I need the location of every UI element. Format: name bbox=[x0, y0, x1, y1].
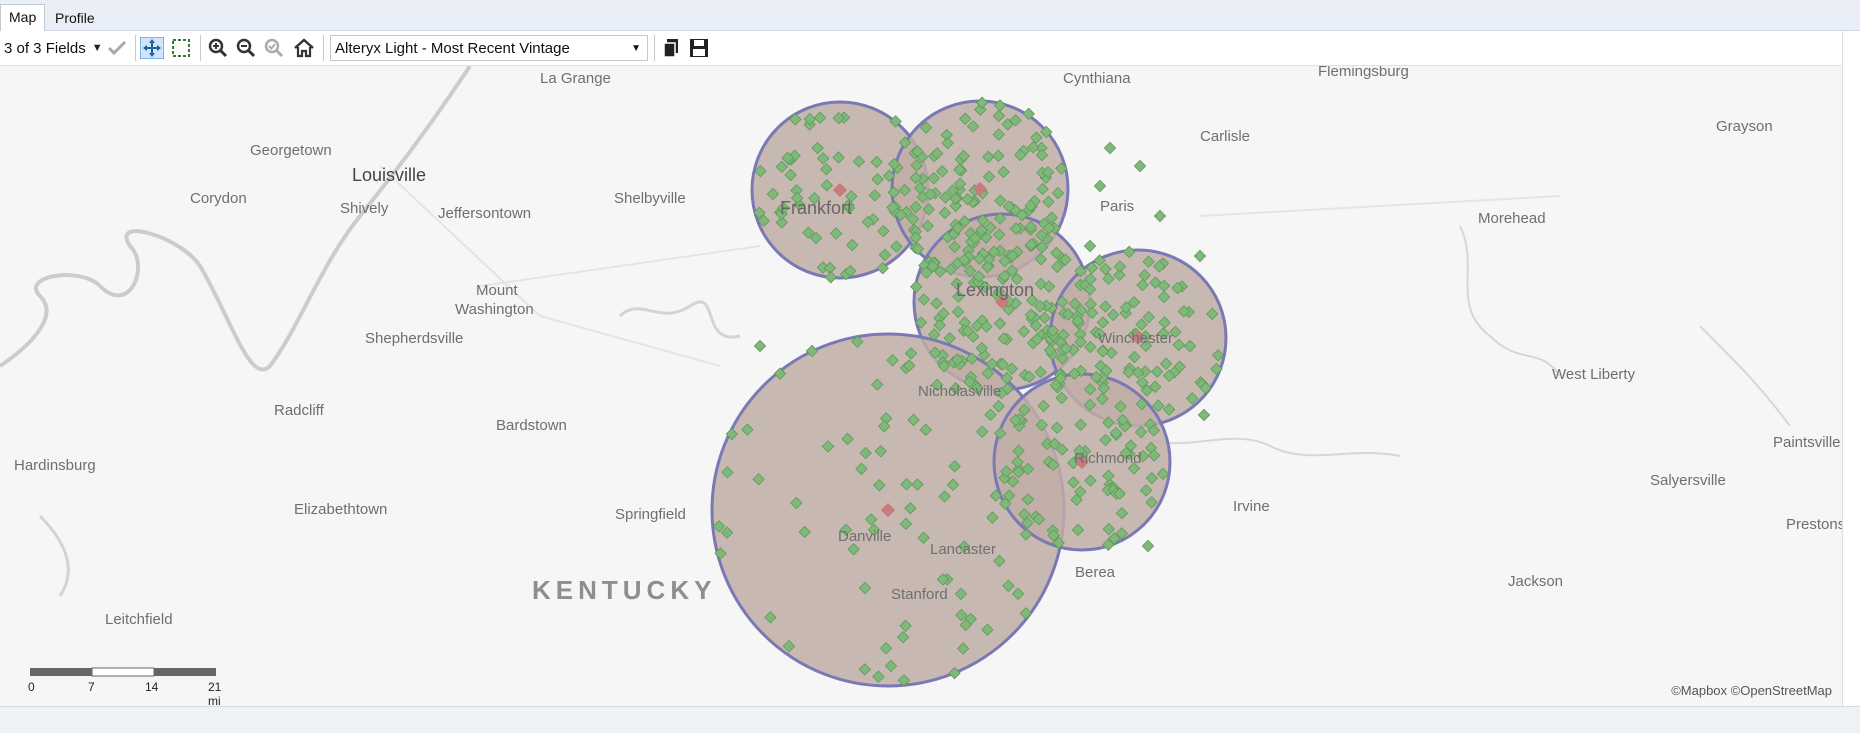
place-label: Carlisle bbox=[1200, 128, 1251, 145]
place-label: Richmond bbox=[1074, 450, 1142, 467]
home-icon[interactable] bbox=[292, 37, 316, 59]
scrollbar-vertical[interactable] bbox=[1842, 31, 1860, 706]
checkmark-icon[interactable] bbox=[106, 37, 128, 59]
place-label: West Liberty bbox=[1552, 366, 1636, 383]
place-label: Cynthiana bbox=[1063, 70, 1131, 87]
scale-label: 0 bbox=[28, 680, 35, 694]
map-toolbar: 3 of 3 Fields ▼ Alteryx Light - Most Rec… bbox=[0, 31, 1842, 66]
toolbar-separator bbox=[200, 35, 201, 61]
place-label: Jackson bbox=[1508, 573, 1564, 590]
tab-strip: Map Profile bbox=[0, 0, 1860, 32]
state-label: KENTUCKY bbox=[532, 575, 717, 605]
zoom-selected-icon[interactable] bbox=[263, 37, 285, 59]
place-label: Berea bbox=[1075, 564, 1116, 581]
zoom-out-icon[interactable] bbox=[235, 37, 257, 59]
place-label: Radcliff bbox=[274, 402, 324, 419]
place-label: Georgetown bbox=[250, 142, 332, 159]
save-icon[interactable] bbox=[688, 37, 710, 59]
place-label: Morehead bbox=[1478, 210, 1546, 227]
place-label: Washington bbox=[455, 301, 534, 318]
place-label: Bardstown bbox=[496, 417, 567, 434]
fields-dropdown[interactable]: 3 of 3 Fields ▼ bbox=[4, 37, 103, 59]
basemap-value: Alteryx Light - Most Recent Vintage bbox=[335, 40, 570, 57]
scale-label: 7 bbox=[88, 680, 95, 694]
place-label: Lexington bbox=[956, 280, 1035, 300]
place-label: Winchester bbox=[1098, 330, 1174, 347]
customer-point[interactable] bbox=[1093, 179, 1107, 193]
status-bar bbox=[0, 706, 1860, 733]
customer-point[interactable] bbox=[1141, 539, 1155, 553]
place-label: Jeffersontown bbox=[438, 205, 532, 222]
toolbar-separator bbox=[135, 35, 136, 61]
place-label: La Grange bbox=[540, 70, 611, 87]
copy-icon[interactable] bbox=[660, 37, 682, 59]
chevron-down-icon: ▼ bbox=[631, 43, 641, 54]
place-label: Frankfort bbox=[780, 198, 853, 218]
customer-point[interactable] bbox=[1083, 239, 1097, 253]
place-label: Salyersville bbox=[1650, 472, 1726, 489]
place-label: Shelbyville bbox=[614, 190, 686, 207]
fields-label: 3 of 3 Fields bbox=[4, 39, 86, 57]
basemap-select[interactable]: Alteryx Light - Most Recent Vintage ▼ bbox=[330, 35, 648, 61]
customer-point[interactable] bbox=[1133, 159, 1147, 173]
place-label: Stanford bbox=[891, 586, 948, 603]
customer-point[interactable] bbox=[1193, 249, 1207, 263]
place-label: Paintsville bbox=[1773, 434, 1841, 451]
place-label: Irvine bbox=[1233, 498, 1270, 515]
place-label: Hardinsburg bbox=[14, 457, 96, 474]
place-label: Corydon bbox=[190, 190, 247, 207]
place-label: Nicholasville bbox=[918, 383, 1002, 400]
customer-point[interactable] bbox=[1153, 209, 1167, 223]
zoom-in-icon[interactable] bbox=[207, 37, 229, 59]
scale-label: 21 mi bbox=[208, 680, 222, 706]
place-label: Leitchfield bbox=[105, 611, 173, 628]
toolbar-separator bbox=[654, 35, 655, 61]
place-label: Flemingsburg bbox=[1318, 66, 1409, 80]
place-label: Mount bbox=[476, 282, 518, 299]
place-label: Danville bbox=[838, 528, 892, 545]
place-label: Grayson bbox=[1716, 118, 1773, 135]
tab-profile[interactable]: Profile bbox=[47, 6, 103, 30]
toolbar-separator bbox=[323, 35, 324, 61]
tab-map[interactable]: Map bbox=[0, 4, 46, 32]
select-box-icon[interactable] bbox=[170, 37, 192, 59]
place-label: Prestons bbox=[1786, 516, 1842, 533]
map-canvas[interactable]: La Grange Cynthiana Flemingsburg Grayson… bbox=[0, 66, 1842, 706]
place-label: Elizabethtown bbox=[294, 501, 388, 518]
pan-icon[interactable] bbox=[140, 37, 164, 59]
place-label: Louisville bbox=[352, 165, 427, 185]
place-label: Shepherdsville bbox=[365, 330, 464, 347]
place-label: Lancaster bbox=[930, 541, 996, 558]
place-label: Shively bbox=[340, 200, 389, 217]
place-label: Springfield bbox=[615, 506, 686, 523]
customer-point[interactable] bbox=[1103, 141, 1117, 155]
place-label: Paris bbox=[1100, 198, 1135, 215]
customer-point[interactable] bbox=[1197, 408, 1211, 422]
customer-point[interactable] bbox=[753, 339, 767, 353]
chevron-down-icon: ▼ bbox=[91, 42, 103, 54]
scale-label: 14 bbox=[145, 680, 159, 694]
map-attribution[interactable]: ©Mapbox ©OpenStreetMap bbox=[1671, 683, 1832, 698]
